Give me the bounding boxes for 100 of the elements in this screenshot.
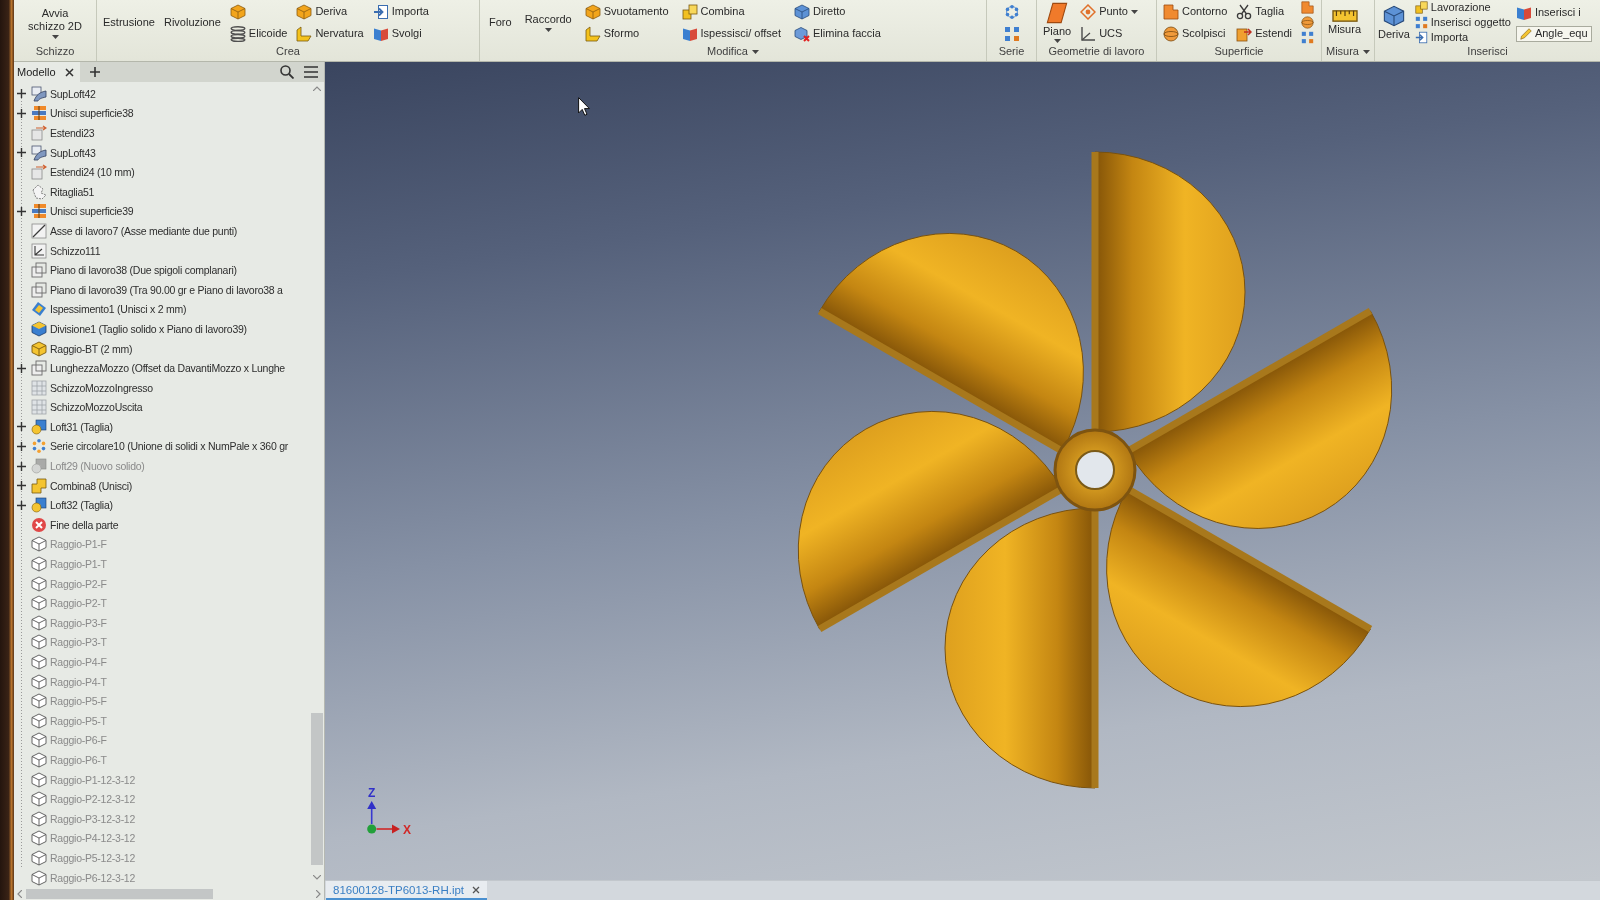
ribbon-button[interactable]: Estendi [1236,24,1292,43]
ribbon-button[interactable]: Misura [1328,9,1361,36]
tree-item[interactable]: SupLoft43 [14,142,96,163]
ribbon-icon-button[interactable] [229,2,246,21]
ribbon-button[interactable]: Avvia schizzo 2D [23,6,87,39]
close-icon[interactable] [64,67,74,77]
ribbon-button[interactable]: Importa [372,2,429,21]
tree-item[interactable]: Combina8 (Unisci) [14,475,133,496]
tree-item[interactable]: Estendi23 [14,123,95,143]
tree-item[interactable]: Unisci superficie38 [14,103,134,124]
tree-item[interactable]: Piano di lavoro39 (Tra 90.00 gr e Piano di lavoro38 a [14,279,283,300]
expand-icon[interactable] [17,481,26,491]
tree-item[interactable]: Estendi24 (10 mm) [14,162,135,182]
tree-item[interactable]: Raggio-BT (2 mm) [14,338,133,359]
cube-icon [794,3,811,20]
ribbon-button[interactable]: Elicoide [229,24,288,43]
ribbon-icon-button[interactable] [1300,30,1314,45]
expand-icon[interactable] [17,148,26,158]
ribbon-button[interactable]: Scolpisci [1163,24,1226,43]
stacked-sheets-icon [31,203,47,220]
tree-item[interactable]: SupLoft42 [14,84,96,104]
expand-icon[interactable] [17,206,26,216]
tree-item[interactable]: SchizzoMozzoIngresso [14,377,153,398]
document-tab[interactable]: 81600128-TP6013-RH.ipt [326,881,488,900]
ribbon-button[interactable]: Deriva [296,2,348,21]
expand-icon[interactable] [17,442,26,451]
cube-icon [31,791,47,808]
browser-tab[interactable]: Modello [14,62,80,82]
tree-item[interactable]: Serie circolare10 (Unione di solidi x NumPale x 360 gr [14,436,289,457]
ribbon-icon-button[interactable] [1003,2,1020,21]
ribbon-button[interactable]: Diretto [794,2,846,21]
tree-item[interactable]: Divisione1 (Taglio solido x Piano di lavoro39) [14,319,247,339]
scrollbar-thumb[interactable] [310,713,323,865]
parameter-box[interactable]: Angle_equ [1515,25,1592,42]
panel-menu-button[interactable]: Modifica [707,45,759,58]
ribbon-button[interactable]: Foro [489,16,512,29]
plus-icon[interactable] [89,67,100,77]
circular-pattern-icon [1003,3,1020,20]
scissors-icon [1236,3,1253,20]
l-shape-icon [584,25,601,42]
tree-item[interactable]: Loft32 (Taglia) [14,495,113,516]
scroll-left-icon[interactable] [17,890,22,898]
tree-item[interactable]: Asse di lavoro7 (Asse mediante due punti) [14,221,238,241]
ribbon-icon-button[interactable] [1300,15,1314,30]
cube-icon [31,830,47,847]
ribbon-button[interactable]: Punto [1080,2,1138,21]
ribbon-button[interactable]: Nervatura [296,24,364,43]
tree-item[interactable]: Fine della parte [14,515,119,535]
circle-square-icon [31,418,47,435]
ribbon-button[interactable]: Importa [1414,30,1469,45]
ribbon-button[interactable]: Taglia [1236,2,1284,21]
expand-icon[interactable] [17,89,26,99]
ribbon-button[interactable]: UCS [1080,24,1123,43]
tree-item[interactable]: SchizzoMozzoUscita [14,397,143,418]
ribbon-button[interactable]: Lavorazione [1414,0,1491,15]
scroll-right-icon[interactable] [316,890,321,898]
ribbon-button[interactable]: Piano [1043,2,1072,43]
tree-item[interactable]: Ritaglia51 [14,181,95,202]
tree-item[interactable]: LunghezzaMozzo (Offset da DavantiMozzo x Lunghe [14,358,285,378]
grid-pattern-icon [1300,31,1314,44]
ribbon-icon-button[interactable] [1300,0,1314,15]
tree-item[interactable]: Schizzo111 [14,240,101,261]
overlapping-squares-icon [31,262,47,279]
ribbon-button[interactable]: Elimina faccia [794,24,881,43]
ribbon-button[interactable]: Inserisci oggetto [1414,15,1511,30]
tree-item[interactable]: Piano di lavoro38 (Due spigoli complanari) [14,260,237,280]
ribbon-button[interactable]: Sformo [584,24,640,43]
ribbon-button[interactable]: Estrusione [103,16,155,29]
ribbon-icon-button[interactable] [1003,24,1020,43]
menu-icon[interactable] [304,66,318,78]
panel-menu-button[interactable]: Misura [1326,45,1370,58]
axis-label: Z [368,786,376,800]
tree-item[interactable]: Unisci superficie39 [14,201,134,222]
expand-icon[interactable] [17,108,26,118]
ribbon-button[interactable]: Contorno [1163,2,1228,21]
ribbon-button[interactable]: Svuotamento [584,2,669,21]
ribbon-button[interactable]: Raccordo [524,13,572,32]
sketch-icon [31,242,47,259]
expand-icon[interactable] [17,363,26,373]
close-icon[interactable] [472,885,481,894]
expand-icon[interactable] [17,422,26,432]
tree-item[interactable]: Loft31 (Taglia) [14,417,113,437]
ribbon-button[interactable]: Combina [681,2,745,21]
x-circle-icon [31,516,47,533]
cube-cross-icon [794,25,811,42]
panel-title: Schizzo [35,45,75,58]
ribbon-button[interactable]: Svolgi [372,24,422,43]
scroll-up-icon[interactable] [312,86,321,91]
tree-item[interactable]: Ispessimento1 (Unisci x 2 mm) [14,299,187,320]
search-icon[interactable] [280,65,294,79]
circular-pattern-icon [31,438,47,455]
scrollbar-thumb[interactable] [26,889,213,899]
box-arrow-icon [31,125,47,141]
ribbon-button[interactable]: Ispessisci/ offset [681,24,782,43]
plane-icon [1046,2,1069,24]
ribbon-button[interactable]: Inserisci i [1515,3,1581,22]
expand-icon[interactable] [17,500,26,510]
ribbon-button[interactable]: Rivoluzione [164,16,221,29]
scroll-down-icon[interactable] [312,875,321,880]
ribbon-button[interactable]: Deriva [1378,4,1410,41]
